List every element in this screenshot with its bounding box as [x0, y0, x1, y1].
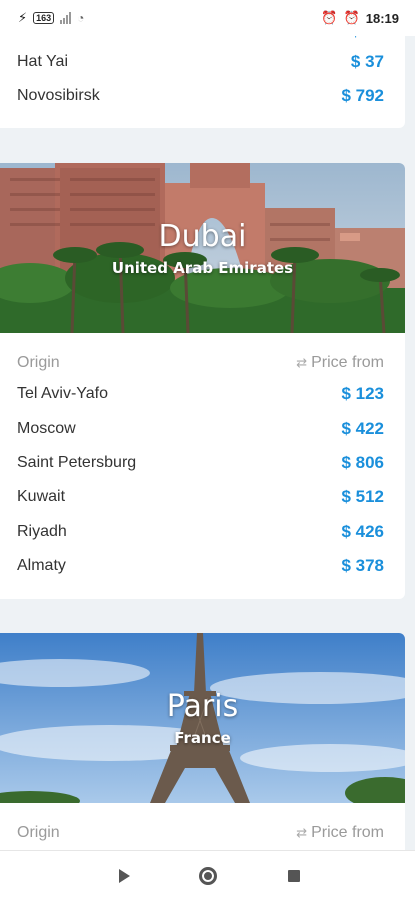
origin-name: Moscow — [17, 420, 76, 437]
price-value: $ 806 — [341, 453, 384, 472]
recents-button[interactable] — [264, 851, 324, 900]
home-icon — [199, 867, 217, 885]
price-table-header: Origin ⇄ Price from — [17, 353, 384, 373]
price-row[interactable]: Kuwait $ 512 — [17, 480, 384, 514]
origin-name: Saint Petersburg — [17, 454, 137, 471]
origin-header: Origin — [17, 824, 60, 841]
price-row[interactable]: Moscow $ 422 — [17, 412, 384, 446]
destination-card-paris[interactable]: Paris France Origin ⇄ Price from — [0, 633, 405, 850]
price-row[interactable]: Riyadh $ 426 — [17, 515, 384, 549]
status-bar: ⚡ 163 ◔ ⏰ ⏰ 18:19 — [0, 0, 415, 36]
back-icon — [118, 869, 130, 883]
swap-icon: ⇄ — [296, 355, 308, 370]
wifi-icon: ◔ — [77, 11, 85, 25]
destination-image-dubai[interactable]: Dubai United Arab Emirates — [0, 163, 405, 333]
price-from-header: ⇄ Price from — [296, 824, 384, 842]
price-row[interactable]: Tel Aviv-Yafo $ 123 — [17, 377, 384, 411]
price-value: $ 37 — [350, 52, 384, 71]
origin-name: Kuwait — [17, 488, 66, 505]
destination-image-paris[interactable]: Paris France — [0, 633, 405, 803]
price-row[interactable]: Saint Petersburg $ 806 — [17, 446, 384, 480]
price-table-header: Origin ⇄ Price from — [17, 823, 384, 843]
origin-name: Riyadh — [17, 523, 67, 540]
origin-header: Origin — [17, 354, 60, 371]
clock: 18:19 — [365, 10, 399, 26]
price-value: $ 512 — [341, 487, 384, 506]
price-row[interactable]: Almaty $ 378 — [17, 549, 384, 583]
alarm-icon: ⏰ — [321, 10, 338, 25]
price-value: $ 422 — [341, 419, 384, 438]
price-value: $ 123 — [341, 384, 384, 403]
price-value: $ 792 — [341, 86, 384, 105]
swap-icon: ⇄ — [296, 825, 308, 840]
destination-country-subtitle: France — [174, 729, 231, 747]
recents-icon — [288, 870, 300, 882]
origin-name: Hat Yai — [17, 53, 68, 70]
status-left: ⚡ 163 ◔ — [18, 10, 84, 26]
status-right: ⏰ ⏰ 18:19 — [321, 10, 399, 26]
system-navigation-bar — [0, 850, 415, 900]
price-row[interactable]: Hat Yai $ 37 — [17, 45, 384, 79]
price-value: $ 426 — [341, 522, 384, 541]
destination-city-title: Paris — [166, 689, 239, 724]
battery-icon: 163 — [33, 12, 55, 24]
flash-icon: ⚡ — [18, 10, 28, 25]
origin-name: Almaty — [17, 557, 66, 574]
price-row[interactable]: Novosibirsk $ 792 — [17, 79, 384, 113]
destinations-list[interactable]: Phuket $ 58 Hat Yai $ 37 Novosibirsk $ 7… — [0, 0, 415, 850]
destination-country-subtitle: United Arab Emirates — [111, 259, 294, 277]
destination-card-dubai[interactable]: Dubai United Arab Emirates Origin ⇄ Pric… — [0, 163, 405, 599]
price-value: $ 378 — [341, 556, 384, 575]
back-button[interactable] — [94, 851, 154, 900]
destination-city-title: Dubai — [158, 219, 247, 254]
price-from-header: ⇄ Price from — [296, 354, 384, 372]
price-from-label: Price from — [311, 354, 384, 371]
origin-name: Novosibirsk — [17, 87, 100, 104]
home-button[interactable] — [178, 851, 238, 900]
origin-name: Tel Aviv-Yafo — [17, 385, 109, 402]
alarm-icon: ⏰ — [343, 10, 360, 25]
price-from-label: Price from — [311, 824, 384, 841]
signal-icon — [60, 12, 72, 24]
